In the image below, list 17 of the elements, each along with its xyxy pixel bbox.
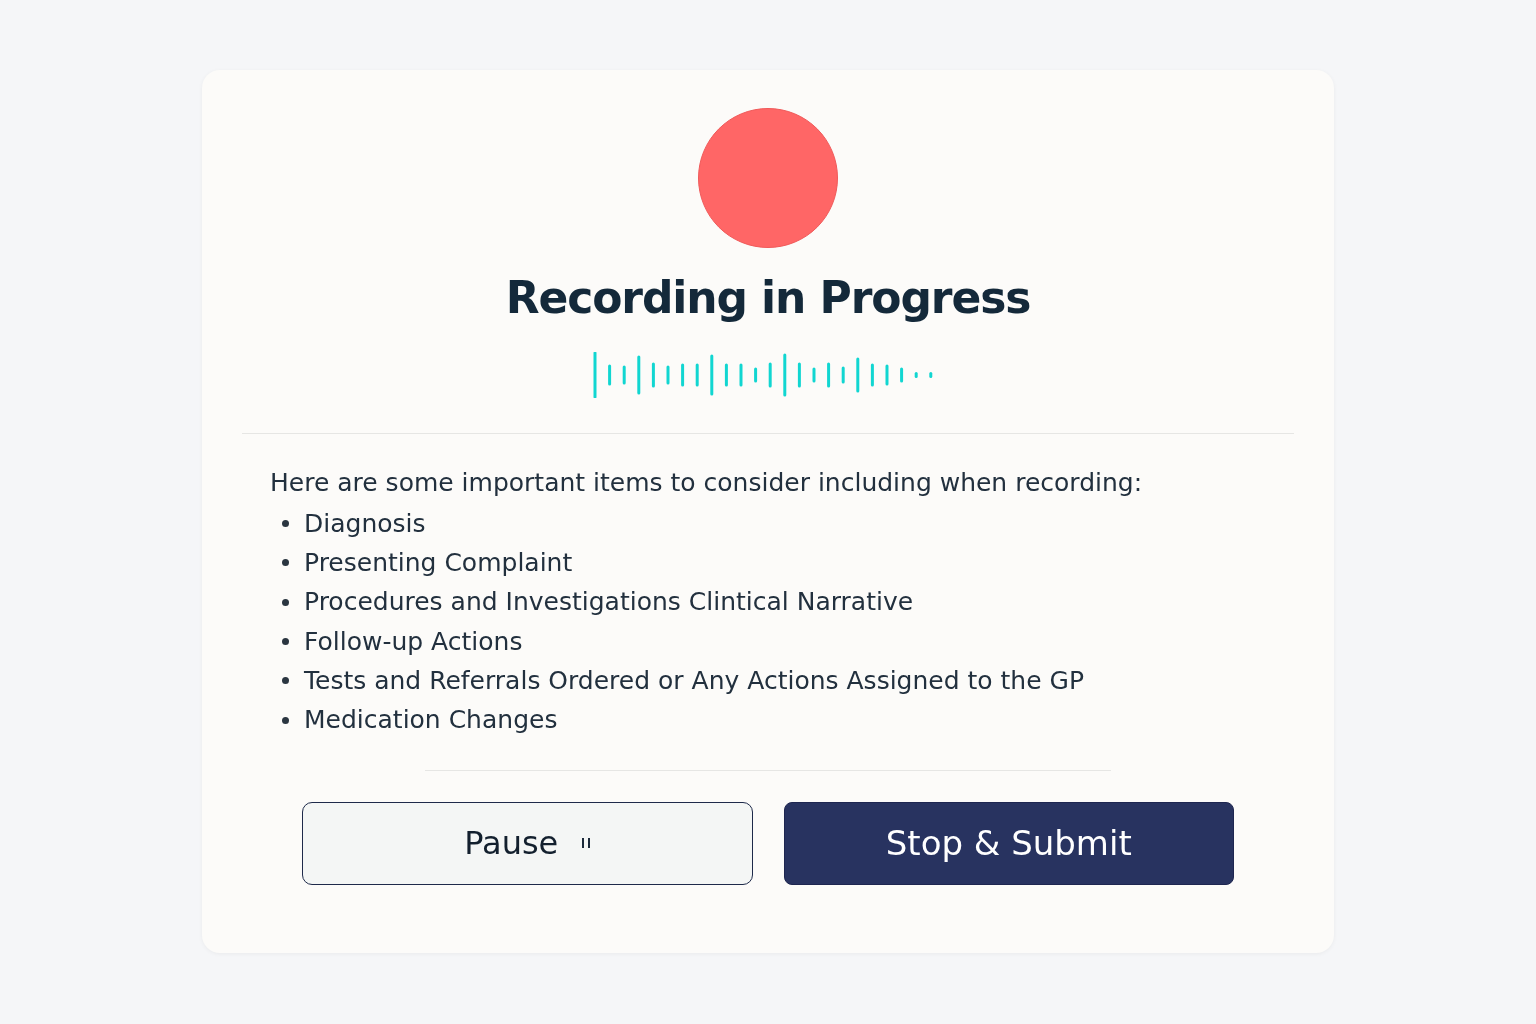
recording-title: Recording in Progress: [505, 276, 1031, 320]
pause-button[interactable]: Pause: [302, 801, 753, 885]
bullet-icon: [282, 520, 289, 528]
checklist-item: Tests and Referrals Ordered or Any Actions Assigned to the GP: [304, 665, 1084, 698]
bullet-icon: [282, 716, 289, 724]
pause-icon: [582, 838, 591, 849]
bullet-icon: [282, 559, 289, 567]
bullet-icon: [282, 638, 289, 646]
checklist-item: Medication Changes: [304, 704, 558, 737]
submit-button[interactable]: Stop & Submit: [783, 801, 1234, 885]
bullet-icon: [282, 677, 289, 685]
checklist-item: Follow-up Actions: [304, 625, 523, 658]
intro-text: Here are some important items to consider including when recording:: [270, 467, 1144, 499]
checklist-item: Procedures and Investigations Clintical Narrative: [304, 586, 914, 619]
bullet-icon: [282, 598, 289, 606]
checklist-item: Presenting Complaint: [304, 547, 573, 580]
checklist-item: Diagnosis: [304, 507, 426, 540]
